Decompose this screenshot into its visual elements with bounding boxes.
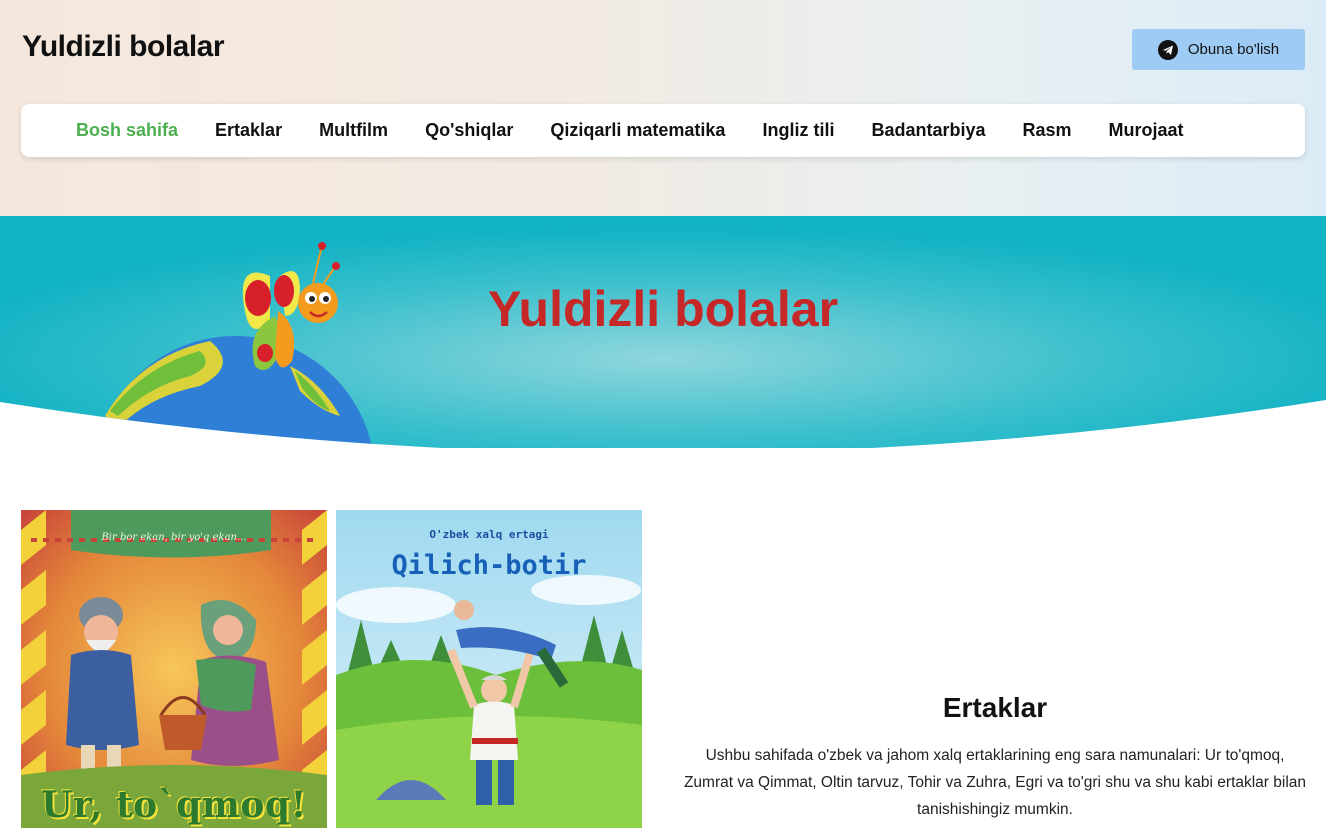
nav-item-rasm[interactable]: Rasm xyxy=(1023,120,1072,141)
book-cover-qilich-botir[interactable]: O'zbek xalq ertagi Qilich-botir xyxy=(336,510,642,828)
subscribe-label: Obuna bo'lish xyxy=(1187,41,1280,58)
book-cover-illustration xyxy=(21,510,327,828)
book-title: Qilich-botir xyxy=(391,550,587,581)
book-cover-ur-toqmoq[interactable]: Bir bor ekan, bir yo'q ekan... Ur, to`qm… xyxy=(21,510,327,828)
telegram-icon xyxy=(1157,39,1178,60)
nav-item-ingliz-tili[interactable]: Ingliz tili xyxy=(762,120,834,141)
nav-item-ertaklar[interactable]: Ertaklar xyxy=(215,120,282,141)
nav-item-multfilm[interactable]: Multfilm xyxy=(319,120,388,141)
main-nav: Bosh sahifa Ertaklar Multfilm Qo'shiqlar… xyxy=(21,104,1305,157)
nav-item-murojaat[interactable]: Murojaat xyxy=(1109,120,1184,141)
site-brand[interactable]: Yuldizli bolalar xyxy=(22,30,225,64)
section-title: Ertaklar xyxy=(942,692,1048,723)
nav-item-bosh-sahifa[interactable]: Bosh sahifa xyxy=(76,120,178,141)
subscribe-button[interactable]: Obuna bo'lish xyxy=(1132,29,1305,70)
hero-title: Yuldizli bolalar xyxy=(487,281,839,337)
ertaklar-section: Ertaklar Ushbu sahifada o'zbek va jahom … xyxy=(680,692,1310,823)
nav-item-qoshiqlar[interactable]: Qo'shiqlar xyxy=(425,120,513,141)
hero-banner: Yuldizli bolalar xyxy=(0,216,1326,448)
section-description: Ushbu sahifada o'zbek va jahom xalq erta… xyxy=(683,747,1307,818)
book-subtitle: O'zbek xalq ertagi xyxy=(429,528,549,541)
site-header: Yuldizli bolalar Obuna bo'lish Bosh sahi… xyxy=(0,0,1326,216)
book-title: Ur, to`qmoq! xyxy=(41,784,307,826)
book-series-label: Bir bor ekan, bir yo'q ekan... xyxy=(101,532,247,543)
nav-item-qiziqarli-matematika[interactable]: Qiziqarli matematika xyxy=(550,120,725,141)
nav-item-badantarbiya[interactable]: Badantarbiya xyxy=(871,120,985,141)
